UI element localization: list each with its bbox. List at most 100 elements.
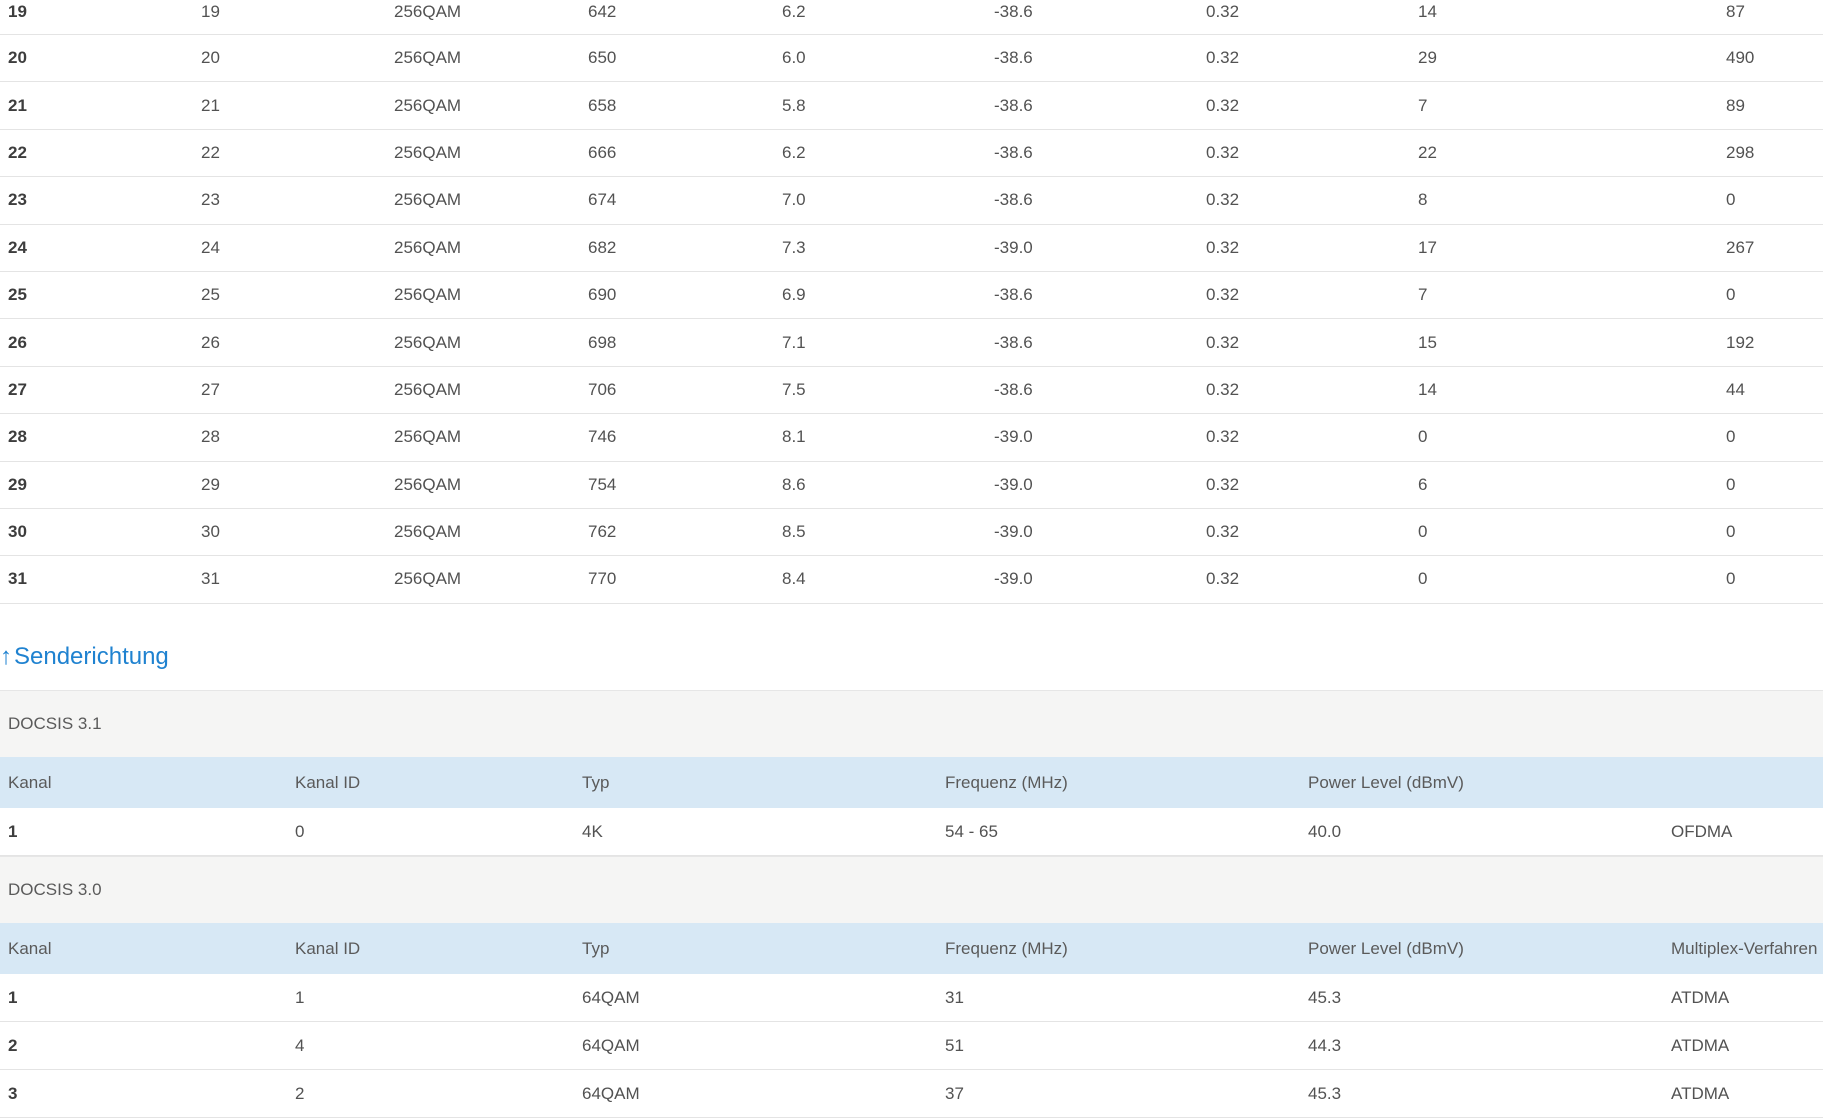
table-cell: 22 bbox=[1418, 142, 1437, 162]
column-header: Multiplex-Verfahren bbox=[1671, 938, 1818, 958]
table-row: 23 23 256QAM 674 7.0 -38.6 0.32 8 0 bbox=[0, 177, 1823, 225]
table-cell: -39.0 bbox=[994, 569, 1033, 589]
table-row: 3 2 64QAM 37 45.3 ATDMA bbox=[0, 1070, 1823, 1118]
table-cell: 298 bbox=[1726, 142, 1755, 162]
table-cell: 31 bbox=[201, 569, 220, 589]
arrow-up-icon: ↑ bbox=[0, 643, 12, 670]
table-cell: 256QAM bbox=[394, 95, 462, 115]
table-row: 2 4 64QAM 51 44.3 ATDMA bbox=[0, 1022, 1823, 1070]
table-cell: 17 bbox=[1418, 237, 1437, 257]
table-cell: 1 bbox=[8, 987, 18, 1007]
table-cell: 256QAM bbox=[394, 379, 462, 399]
table-cell: 7 bbox=[1418, 95, 1428, 115]
table-cell: 3 bbox=[8, 1083, 18, 1103]
column-header: Typ bbox=[582, 938, 610, 958]
table-cell: 0.32 bbox=[1206, 48, 1240, 68]
table-cell: 24 bbox=[201, 237, 220, 257]
table-cell: 29 bbox=[8, 474, 27, 494]
table-cell: 0 bbox=[1418, 569, 1428, 589]
table-cell: 89 bbox=[1726, 95, 1745, 115]
table-cell: 256QAM bbox=[394, 522, 462, 542]
table-cell: 19 bbox=[8, 2, 27, 21]
table-row: 24 24 256QAM 682 7.3 -39.0 0.32 17 267 bbox=[0, 225, 1823, 272]
table-cell: -38.6 bbox=[994, 2, 1033, 21]
table-cell: 64QAM bbox=[582, 987, 640, 1007]
table-cell: 45.3 bbox=[1308, 1083, 1342, 1103]
table-cell: 256QAM bbox=[394, 427, 462, 447]
table-cell: 650 bbox=[588, 48, 617, 68]
table-cell: 6.2 bbox=[782, 2, 806, 21]
table-cell: 23 bbox=[201, 190, 220, 210]
table-cell: 256QAM bbox=[394, 142, 462, 162]
table-row: 1 0 4K 54 - 65 40.0 OFDMA bbox=[0, 808, 1823, 856]
table-cell: 754 bbox=[588, 474, 617, 494]
table-row: 19 19 256QAM 642 6.2 -38.6 0.32 14 87 bbox=[0, 0, 1823, 35]
table-cell: 746 bbox=[588, 427, 617, 447]
column-header: Frequenz (MHz) bbox=[945, 938, 1068, 958]
table-cell: 256QAM bbox=[394, 2, 462, 21]
table-cell: 0.32 bbox=[1206, 237, 1240, 257]
table-cell: 22 bbox=[8, 142, 27, 162]
column-header: Kanal ID bbox=[295, 772, 361, 792]
table-cell: 8.4 bbox=[782, 569, 806, 589]
table-cell: 0.32 bbox=[1206, 285, 1240, 305]
table-cell: -38.6 bbox=[994, 95, 1033, 115]
table-cell: 0.32 bbox=[1206, 2, 1240, 21]
table-cell: ATDMA bbox=[1671, 1083, 1730, 1103]
table-cell: 2 bbox=[8, 1035, 18, 1055]
table-cell: 6.0 bbox=[782, 48, 806, 68]
table-cell: 20 bbox=[8, 48, 27, 68]
table-cell: 30 bbox=[8, 522, 27, 542]
section-title: DOCSIS 3.1 bbox=[0, 690, 1823, 757]
table-row: 25 25 256QAM 690 6.9 -38.6 0.32 7 0 bbox=[0, 272, 1823, 320]
table-cell: 25 bbox=[201, 285, 220, 305]
table-cell: 0.32 bbox=[1206, 569, 1240, 589]
table-cell: 51 bbox=[945, 1035, 964, 1055]
table-cell: 20 bbox=[201, 48, 220, 68]
table-cell: 642 bbox=[588, 2, 617, 21]
table-cell: 22 bbox=[201, 142, 220, 162]
column-header: Kanal bbox=[8, 938, 52, 958]
table-cell: -38.6 bbox=[994, 48, 1033, 68]
table-cell: 8.1 bbox=[782, 427, 806, 447]
table-cell: 762 bbox=[588, 522, 617, 542]
table-cell: 27 bbox=[201, 379, 220, 399]
table-cell: 44.3 bbox=[1308, 1035, 1342, 1055]
table-cell: 15 bbox=[1418, 332, 1437, 352]
table-row: 1 1 64QAM 31 45.3 ATDMA bbox=[0, 974, 1823, 1022]
table-cell: 4 bbox=[295, 1035, 305, 1055]
docsis-info-page: 19 19 256QAM 642 6.2 -38.6 0.32 14 87 20 20 256QAM 6… bbox=[0, 0, 1823, 1118]
table-cell: 0 bbox=[1726, 285, 1736, 305]
table-cell: 31 bbox=[945, 987, 964, 1007]
table-cell: ATDMA bbox=[1671, 987, 1730, 1007]
table-cell: 30 bbox=[201, 522, 220, 542]
table-cell: 0.32 bbox=[1206, 522, 1240, 542]
table-cell: 0 bbox=[1418, 522, 1428, 542]
table-cell: 19 bbox=[201, 2, 220, 21]
table-cell: -38.6 bbox=[994, 142, 1033, 162]
table-cell: 29 bbox=[201, 474, 220, 494]
table-cell: 256QAM bbox=[394, 332, 462, 352]
table-cell: 21 bbox=[201, 95, 220, 115]
column-header: Kanal bbox=[8, 772, 52, 792]
table-cell: 28 bbox=[8, 427, 27, 447]
table-cell: 690 bbox=[588, 285, 617, 305]
table-cell: -38.6 bbox=[994, 285, 1033, 305]
table-cell: 698 bbox=[588, 332, 617, 352]
table-cell: -39.0 bbox=[994, 427, 1033, 447]
table-cell: 0 bbox=[1726, 190, 1736, 210]
table-cell: 2 bbox=[295, 1083, 305, 1103]
table-cell: 256QAM bbox=[394, 474, 462, 494]
table-cell: 192 bbox=[1726, 332, 1755, 352]
table-cell: 490 bbox=[1726, 48, 1755, 68]
column-header: Typ bbox=[582, 772, 610, 792]
table-cell: 0.32 bbox=[1206, 474, 1240, 494]
table-row: 27 27 256QAM 706 7.5 -38.6 0.32 14 44 bbox=[0, 367, 1823, 415]
table-row: 20 20 256QAM 650 6.0 -38.6 0.32 29 490 bbox=[0, 35, 1823, 83]
table-cell: 0 bbox=[295, 821, 305, 841]
table-cell: 770 bbox=[588, 569, 617, 589]
table-cell: 6.2 bbox=[782, 142, 806, 162]
table-cell: 37 bbox=[945, 1083, 964, 1103]
table-cell: 45.3 bbox=[1308, 987, 1342, 1007]
table-cell: 87 bbox=[1726, 2, 1745, 21]
